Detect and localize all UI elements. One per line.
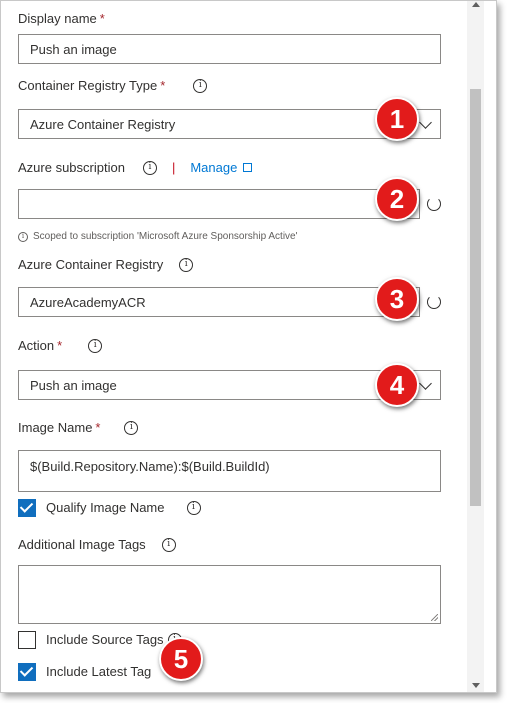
scrollbar-thumb[interactable]	[470, 89, 481, 506]
refresh-icon[interactable]	[427, 295, 441, 309]
qualify-image-name-label: Qualify Image Name i	[46, 500, 201, 515]
subscription-scope-hint: i Scoped to subscription 'Microsoft Azur…	[18, 231, 298, 242]
info-icon: i	[18, 231, 28, 242]
required-marker: *	[95, 420, 101, 435]
info-icon[interactable]: i	[124, 420, 139, 435]
info-icon[interactable]: i	[88, 338, 103, 353]
registry-type-label: Container Registry Type * i	[18, 78, 208, 93]
chevron-down-icon	[419, 377, 432, 390]
additional-tags-textarea[interactable]	[18, 565, 441, 624]
info-icon[interactable]: i	[186, 500, 201, 515]
resize-grip-icon[interactable]	[431, 614, 438, 621]
info-icon[interactable]: i	[179, 257, 194, 272]
required-marker: *	[160, 78, 166, 93]
additional-tags-label: Additional Image Tags i	[18, 537, 176, 552]
callout-badge-2: 2	[375, 177, 419, 221]
callout-badge-3: 3	[375, 277, 419, 321]
info-icon[interactable]: i	[161, 537, 176, 552]
container-registry-dropdown[interactable]: AzureAcademyACR	[18, 287, 441, 317]
external-link-icon	[243, 163, 253, 172]
display-name-input[interactable]: Push an image	[18, 34, 441, 64]
info-icon[interactable]: i	[193, 78, 208, 93]
scroll-down-icon[interactable]	[472, 683, 480, 688]
scroll-up-icon[interactable]	[472, 2, 480, 7]
include-source-tags-checkbox[interactable]	[18, 631, 36, 649]
include-latest-tag-label: Include Latest Tag	[46, 664, 152, 679]
chevron-down-icon	[419, 116, 432, 129]
required-marker: *	[99, 11, 105, 26]
refresh-icon[interactable]	[427, 197, 441, 211]
qualify-image-name-checkbox[interactable]	[18, 499, 36, 517]
info-icon[interactable]: i	[142, 160, 157, 175]
manage-link[interactable]: Manage	[190, 160, 253, 175]
required-marker: *	[57, 338, 63, 353]
label-separator: |	[171, 160, 176, 175]
display-name-label: Display name *	[18, 11, 105, 26]
include-latest-tag-checkbox[interactable]	[18, 663, 36, 681]
image-name-input[interactable]: $(Build.Repository.Name):$(Build.BuildId…	[18, 450, 441, 492]
callout-badge-5: 5	[159, 637, 203, 681]
task-form-panel: Display name * Push an image Container Re…	[1, 1, 464, 692]
include-source-tags-label: Include Source Tags i	[46, 632, 182, 647]
subscription-label: Azure subscription i | Manage	[18, 160, 253, 175]
image-name-label: Image Name * i	[18, 420, 139, 435]
task-settings-window: Display name * Push an image Container Re…	[0, 0, 497, 693]
callout-badge-1: 1	[375, 97, 419, 141]
container-registry-label: Azure Container Registry i	[18, 257, 194, 272]
vertical-scrollbar[interactable]	[467, 1, 484, 692]
action-label: Action * i	[18, 338, 103, 353]
subscription-dropdown[interactable]	[18, 189, 441, 219]
callout-badge-4: 4	[375, 363, 419, 407]
